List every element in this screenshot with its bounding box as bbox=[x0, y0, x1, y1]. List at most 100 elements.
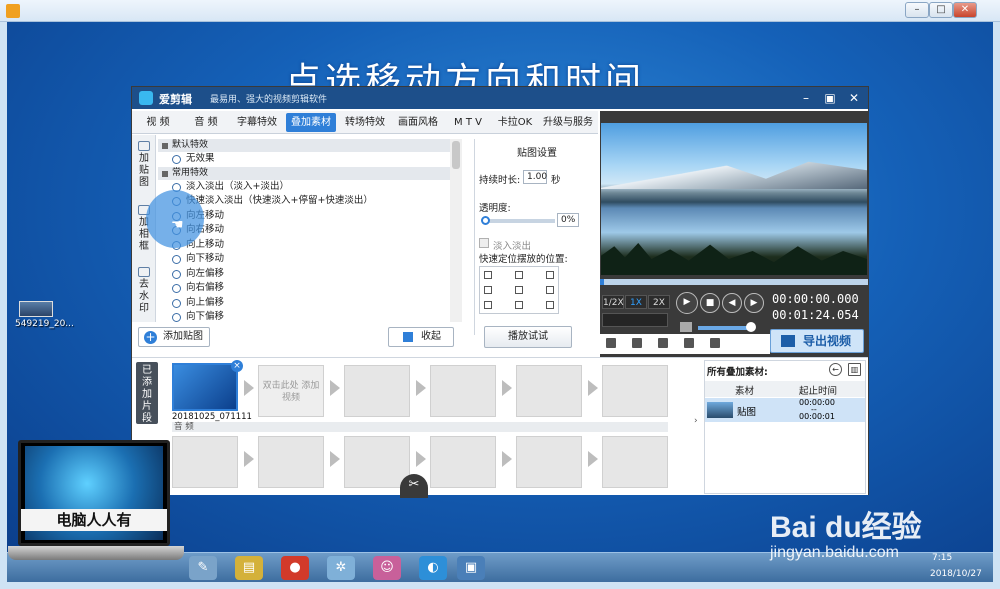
tab-subtitles[interactable]: 字幕特效 bbox=[232, 113, 282, 132]
export-video-button[interactable]: 导出视频 bbox=[770, 329, 864, 353]
speed-1x-button[interactable]: 1X bbox=[625, 295, 647, 309]
editor-taskbar-icon[interactable]: ▣ bbox=[457, 556, 485, 580]
frame-jog[interactable] bbox=[602, 313, 668, 327]
add-video-slot[interactable]: 双击此处 添加视频 bbox=[258, 365, 324, 417]
delete-icon[interactable]: ▥ bbox=[848, 363, 861, 376]
browser-icon[interactable]: ◐ bbox=[419, 556, 447, 580]
media-icon[interactable]: ☺ bbox=[373, 556, 401, 580]
volume-knob[interactable] bbox=[746, 322, 756, 332]
effect-item[interactable]: 向左偏移 bbox=[158, 267, 462, 282]
audio-slot[interactable] bbox=[516, 436, 582, 488]
position-bottom-right[interactable] bbox=[546, 301, 554, 309]
add-sticker-button[interactable]: + 添加贴图 bbox=[138, 327, 210, 347]
audio-slot[interactable] bbox=[344, 436, 410, 488]
empty-slot[interactable] bbox=[602, 365, 668, 417]
save-icon[interactable] bbox=[658, 338, 668, 348]
next-frame-icon[interactable]: ▶ bbox=[744, 293, 764, 313]
position-bottom-center[interactable] bbox=[515, 301, 523, 309]
share-icon[interactable] bbox=[710, 338, 720, 348]
effect-item[interactable]: 向下移动 bbox=[158, 252, 462, 267]
radio-icon bbox=[172, 313, 181, 322]
pinwheel-icon[interactable]: ✲ bbox=[327, 556, 355, 580]
position-top-right[interactable] bbox=[546, 271, 554, 279]
desktop-file-icon[interactable] bbox=[19, 301, 53, 317]
minimize-icon[interactable]: – bbox=[905, 2, 929, 18]
tab-audio[interactable]: 音 频 bbox=[184, 113, 228, 132]
effect-item[interactable]: 向上偏移 bbox=[158, 296, 462, 311]
audio-slot[interactable] bbox=[430, 436, 496, 488]
tab-styles[interactable]: 画面风格 bbox=[392, 113, 444, 132]
audio-slot[interactable] bbox=[172, 436, 238, 488]
film-icon[interactable] bbox=[606, 338, 616, 348]
effect-item[interactable]: 向上移动 bbox=[158, 238, 462, 253]
speed-2x-button[interactable]: 2X bbox=[648, 295, 670, 309]
duration-input[interactable]: 1.00 bbox=[523, 170, 547, 184]
volume-slider[interactable] bbox=[698, 326, 752, 330]
tab-overlay[interactable]: 叠加素材 bbox=[286, 113, 336, 132]
position-middle-left[interactable] bbox=[484, 286, 492, 294]
clip-timeline: 已添加片段 × 20181025_071111 双击此处 添加视频 音 频 ✂ … bbox=[132, 357, 868, 498]
empty-slot[interactable] bbox=[516, 365, 582, 417]
preview-pane: 1/2X 1X 2X ▶ ■ ◀ ▶ 00:00:00.000 00:01:24… bbox=[600, 111, 868, 357]
side-tab-sticker[interactable]: 加贴图 bbox=[132, 141, 156, 189]
position-bottom-left[interactable] bbox=[484, 301, 492, 309]
help-icon[interactable] bbox=[684, 338, 694, 348]
opacity-input[interactable]: 0% bbox=[557, 213, 579, 227]
playback-progress-bar[interactable] bbox=[600, 279, 868, 285]
maximize-icon[interactable]: □ bbox=[929, 2, 953, 18]
app-name: 爱剪辑 bbox=[159, 93, 192, 106]
audio-slot[interactable] bbox=[258, 436, 324, 488]
back-icon[interactable]: ← bbox=[829, 363, 842, 376]
game-icon[interactable]: ● bbox=[281, 556, 309, 580]
effect-item[interactable]: 无效果 bbox=[158, 152, 462, 167]
speed-half-button[interactable]: 1/2X bbox=[602, 295, 624, 309]
tab-transitions[interactable]: 转场特效 bbox=[340, 113, 390, 132]
material-row[interactable]: 贴图 00:00:00 -- 00:00:01 bbox=[705, 398, 865, 422]
fade-checkbox[interactable] bbox=[479, 238, 489, 248]
folder-icon[interactable] bbox=[632, 338, 642, 348]
laptop-base bbox=[8, 546, 184, 560]
app-close-icon[interactable]: ✕ bbox=[846, 90, 862, 106]
position-middle-right[interactable] bbox=[546, 286, 554, 294]
play-icon[interactable]: ▶ bbox=[676, 292, 698, 314]
tab-mtv[interactable]: M T V bbox=[446, 113, 490, 132]
volume-icon[interactable] bbox=[680, 322, 692, 332]
effect-group-default[interactable]: 默认特效 bbox=[158, 139, 462, 152]
added-clips-tab[interactable]: 已添加片段 bbox=[136, 362, 158, 424]
preview-play-button[interactable]: 播放试试 bbox=[484, 326, 572, 348]
opacity-slider[interactable] bbox=[483, 219, 555, 223]
empty-slot[interactable] bbox=[344, 365, 410, 417]
clip-thumbnail[interactable] bbox=[172, 363, 238, 411]
prev-frame-icon[interactable]: ◀ bbox=[722, 293, 742, 313]
effect-item[interactable]: 向右偏移 bbox=[158, 281, 462, 296]
effect-item[interactable]: 向右移动 bbox=[158, 223, 462, 238]
effect-group-common[interactable]: 常用特效 bbox=[158, 166, 462, 180]
opacity-slider-knob[interactable] bbox=[481, 216, 490, 225]
remove-clip-icon[interactable]: × bbox=[231, 360, 243, 372]
app-maximize-icon[interactable]: ▣ bbox=[822, 90, 838, 106]
scissors-icon[interactable]: ✂ bbox=[400, 474, 428, 498]
effect-item[interactable]: 向下偏移 bbox=[158, 310, 462, 322]
effect-label: 向下移动 bbox=[186, 253, 225, 264]
radio-icon bbox=[172, 298, 181, 308]
position-top-left[interactable] bbox=[484, 271, 492, 279]
expand-panel-icon[interactable]: › bbox=[694, 406, 701, 436]
tab-upgrade[interactable]: 升级与服务 bbox=[540, 113, 596, 132]
arrow-icon bbox=[502, 380, 512, 396]
position-top-center[interactable] bbox=[515, 271, 523, 279]
audio-slot[interactable] bbox=[602, 436, 668, 488]
tab-video[interactable]: 视 频 bbox=[136, 113, 180, 132]
collapse-button[interactable]: 收起 bbox=[388, 327, 454, 347]
stop-icon[interactable]: ■ bbox=[700, 293, 720, 313]
paint-icon[interactable]: ✎ bbox=[189, 556, 217, 580]
tab-karaoke[interactable]: 卡拉OK bbox=[492, 113, 538, 132]
side-tab-watermark[interactable]: 去水印 bbox=[132, 267, 156, 315]
app-minimize-icon[interactable]: – bbox=[798, 90, 814, 106]
notes-icon[interactable]: ▤ bbox=[235, 556, 263, 580]
effect-item[interactable]: 快速淡入淡出（快速淡入+停留+快速淡出） bbox=[158, 194, 462, 209]
effect-item[interactable]: 淡入淡出（淡入+淡出） bbox=[158, 180, 462, 195]
effects-scroll-thumb[interactable] bbox=[452, 141, 460, 169]
empty-slot[interactable] bbox=[430, 365, 496, 417]
position-center[interactable] bbox=[515, 286, 523, 294]
close-icon[interactable]: ✕ bbox=[953, 2, 977, 18]
